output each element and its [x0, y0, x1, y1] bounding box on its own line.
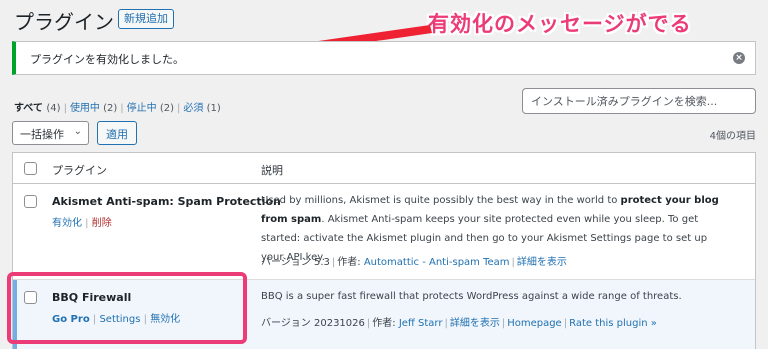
filter-all[interactable]: すべて (4) — [14, 103, 61, 114]
delete-link[interactable]: 削除 — [92, 218, 112, 229]
column-description: 説明 — [261, 164, 283, 177]
apply-button[interactable]: 適用 — [97, 121, 137, 145]
chevron-down-icon: ⌄ — [73, 126, 82, 137]
plugin-meta: バージョン 5.3 | 作者: Automattic - Anti-spam Tea… — [261, 257, 567, 268]
plugin-name: Akismet Anti-spam: Spam Protection — [52, 195, 281, 208]
table-header: プラグイン 説明 — [13, 153, 755, 184]
rate-link[interactable]: Rate this plugin » — [569, 318, 657, 329]
table-row: Akismet Anti-spam: Spam Protection 有効化 |… — [13, 184, 755, 280]
add-new-button[interactable]: 新規追加 — [118, 9, 174, 29]
plugin-description: BBQ is a super fast firewall that protec… — [261, 291, 682, 302]
row-actions: 有効化 | 削除 — [52, 218, 112, 229]
row-actions: Go Pro | Settings | 無効化 — [52, 314, 181, 325]
notice-message: プラグインを有効化しました。 — [30, 53, 184, 66]
plugin-name: BBQ Firewall — [52, 291, 132, 304]
author-link[interactable]: Jeff Starr — [399, 318, 443, 329]
plugin-search-input[interactable] — [522, 88, 756, 114]
page-title: プラグイン — [14, 10, 114, 34]
go-pro-link[interactable]: Go Pro — [52, 314, 90, 325]
filter-required[interactable]: 必須 (1) — [183, 103, 220, 114]
details-link[interactable]: 詳細を表示 — [450, 318, 500, 329]
dismiss-icon[interactable]: × — [733, 52, 745, 64]
activation-notice: プラグインを有効化しました。 × — [12, 41, 756, 75]
select-all-checkbox[interactable] — [24, 162, 37, 175]
items-count: 4個の項目 — [709, 131, 756, 142]
row-checkbox[interactable] — [24, 291, 37, 304]
settings-link[interactable]: Settings — [99, 314, 140, 325]
homepage-link[interactable]: Homepage — [507, 318, 562, 329]
plugins-table: プラグイン 説明 Akismet Anti-spam: Spam Protect… — [12, 152, 756, 349]
filter-inactive[interactable]: 停止中 (2) — [127, 103, 174, 114]
filter-active[interactable]: 使用中 (2) — [70, 103, 117, 114]
row-checkbox[interactable] — [24, 195, 37, 208]
plugin-status-filters: すべて (4) | 使用中 (2) | 停止中 (2) | 必須 (1) — [14, 103, 221, 114]
annotation-callout: 有効化のメッセージがでる — [428, 12, 692, 36]
deactivate-link[interactable]: 無効化 — [150, 314, 180, 325]
activate-link[interactable]: 有効化 — [52, 218, 82, 229]
bulk-action-select[interactable]: 一括操作 ⌄ — [12, 121, 89, 145]
details-link[interactable]: 詳細を表示 — [517, 257, 567, 268]
column-plugin: プラグイン — [52, 164, 107, 177]
table-row-active: BBQ Firewall Go Pro | Settings | 無効化 BBQ… — [13, 280, 755, 349]
plugin-meta: バージョン 20231026 | 作者: Jeff Starr | 詳細を表示 | Home… — [261, 318, 657, 329]
author-link[interactable]: Automattic - Anti-spam Team — [364, 257, 510, 268]
